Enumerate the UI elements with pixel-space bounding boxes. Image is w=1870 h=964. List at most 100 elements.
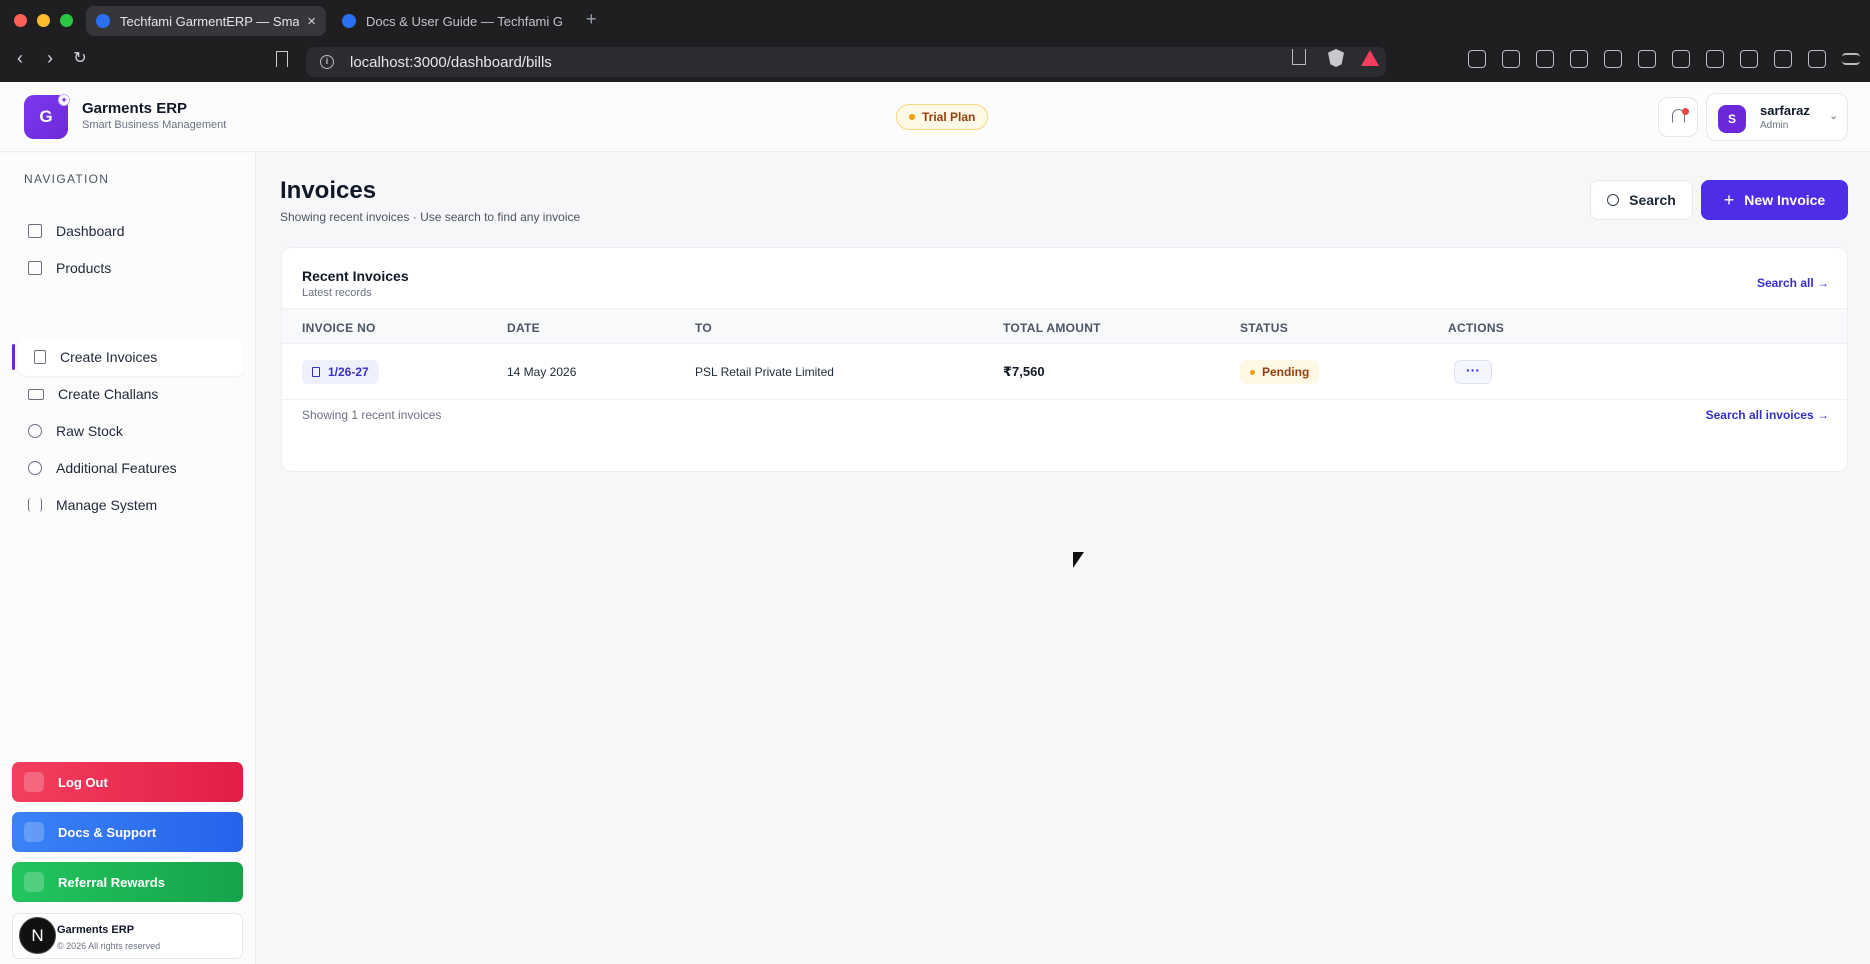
layers-icon — [28, 424, 42, 438]
tab-favicon-icon — [96, 14, 110, 28]
notifications-button[interactable] — [1658, 97, 1698, 137]
minimize-window-button[interactable] — [37, 14, 50, 27]
maximize-window-button[interactable] — [60, 14, 73, 27]
tab-title: Techfami GarmentERP — Smart — [120, 13, 300, 29]
sidebar-item-dashboard[interactable]: Dashboard — [12, 212, 244, 250]
invoice-number: 1/26-27 — [328, 365, 369, 379]
wallet-icon[interactable] — [1740, 50, 1758, 68]
browser-tab-active[interactable]: Techfami GarmentERP — Smart × — [86, 6, 326, 36]
puzzle-icon[interactable] — [1570, 50, 1588, 68]
truck-icon — [28, 388, 44, 400]
search-icon — [1607, 194, 1620, 206]
footer-title: Garments ERP — [57, 924, 135, 936]
column-header: DATE — [507, 321, 540, 335]
logout-label: Log Out — [58, 774, 108, 790]
tab-bar: Techfami GarmentERP — Smart × Docs & Use… — [0, 0, 1870, 40]
search-button[interactable]: Search — [1590, 180, 1693, 220]
search-all-invoices-link[interactable]: Search all invoices → — [1706, 408, 1829, 422]
sidebar-item-label: Create Challans — [58, 386, 159, 402]
user-role: Admin — [1760, 120, 1789, 131]
sidebar-item-label: Manage System — [56, 497, 158, 513]
active-indicator — [12, 344, 15, 370]
new-tab-icon[interactable]: + — [586, 9, 597, 30]
docs-label: Docs & Support — [58, 824, 157, 840]
brave-rewards-icon[interactable] — [1361, 50, 1379, 66]
sidebar-item-label: Additional Features — [56, 460, 177, 476]
table-footer-text: Showing 1 recent invoices — [302, 408, 442, 422]
sidebar-item-additional-features[interactable]: Additional Features — [12, 449, 244, 487]
table-row[interactable]: 1/26-27 14 May 2026 PSL Retail Private L… — [282, 344, 1847, 400]
page-subtitle: Showing recent invoices · Use search to … — [280, 210, 581, 224]
url-text: localhost:3000/dashboard/bills — [350, 53, 552, 71]
app-root: G ✦ Garments ERP Smart Business Manageme… — [0, 82, 1870, 964]
back-icon[interactable]: ‹ — [8, 48, 32, 69]
forward-icon[interactable]: › — [38, 48, 62, 69]
footer-copyright: © 2026 All rights reserved — [57, 941, 161, 951]
extension-icons — [1468, 50, 1870, 68]
sidebar-item-label: Products — [56, 260, 112, 276]
book-icon — [24, 822, 44, 842]
close-window-button[interactable] — [14, 14, 27, 27]
document-icon — [312, 367, 320, 377]
sidebar-icon[interactable] — [1706, 50, 1724, 68]
new-invoice-button[interactable]: + New Invoice — [1701, 180, 1848, 220]
avatar: S — [1718, 105, 1746, 133]
new-invoice-label: New Invoice — [1744, 192, 1826, 208]
leo-ai-icon[interactable] — [1774, 50, 1792, 68]
box-icon — [28, 261, 42, 275]
invoice-amount: ₹7,560 — [1003, 364, 1045, 379]
tab-close-icon[interactable]: × — [307, 13, 316, 30]
card-subtitle: Latest records — [302, 287, 372, 299]
browser-tab[interactable]: Docs & User Guide — Techfami Ga — [332, 6, 572, 36]
trial-plan-badge[interactable]: Trial Plan — [896, 104, 989, 130]
referral-rewards-button[interactable]: Referral Rewards — [12, 862, 243, 902]
extension-icon[interactable] — [1502, 50, 1520, 68]
sidebar-item-create-challans[interactable]: Create Challans — [12, 375, 244, 413]
logout-button[interactable]: Log Out — [12, 762, 243, 802]
sidebar: NAVIGATION Dashboard Products Create Inv… — [0, 153, 256, 964]
docs-support-button[interactable]: Docs & Support — [12, 812, 243, 852]
search-all-link[interactable]: Search all → — [1757, 276, 1829, 290]
eyedropper-icon[interactable] — [1468, 50, 1486, 68]
tab-favicon-icon — [342, 14, 356, 28]
user-name: sarfaraz — [1760, 103, 1810, 118]
menu-icon[interactable] — [1842, 53, 1860, 65]
site-info-icon[interactable]: i — [320, 55, 334, 69]
row-actions-button[interactable]: ··· — [1454, 360, 1492, 384]
referral-label: Referral Rewards — [58, 874, 165, 890]
trial-plan-label: Trial Plan — [922, 110, 976, 124]
nextjs-dev-badge[interactable]: N — [19, 917, 56, 954]
mouse-cursor-icon — [1073, 552, 1084, 568]
extension-icon[interactable] — [1536, 50, 1554, 68]
page-title: Invoices — [280, 177, 377, 204]
column-header: TO — [695, 321, 713, 335]
plus-icon: + — [1723, 189, 1735, 210]
gift-icon — [24, 872, 44, 892]
document-icon — [34, 350, 46, 364]
share-icon[interactable] — [1292, 49, 1306, 65]
invoice-recipient: PSL Retail Private Limited — [695, 365, 834, 379]
sidebar-item-manage-system[interactable]: Manage System — [12, 486, 244, 524]
download-icon[interactable] — [1638, 50, 1656, 68]
address-bar[interactable]: i localhost:3000/dashboard/bills — [306, 47, 1386, 77]
sidebar-item-create-invoices[interactable]: Create Invoices — [18, 338, 244, 376]
sidebar-item-products[interactable]: Products — [12, 249, 244, 287]
invoice-date: 14 May 2026 — [507, 365, 577, 379]
tab-title: Docs & User Guide — Techfami Ga — [366, 13, 562, 29]
app-header: G ✦ Garments ERP Smart Business Manageme… — [0, 82, 1870, 152]
extension-icon[interactable] — [1604, 50, 1622, 68]
column-header: INVOICE NO — [302, 321, 376, 335]
column-header: TOTAL AMOUNT — [1003, 321, 1101, 335]
music-icon[interactable] — [1672, 50, 1690, 68]
recent-invoices-card: Recent Invoices Latest records Search al… — [281, 247, 1848, 472]
card-title: Recent Invoices — [302, 268, 409, 284]
invoice-number-link[interactable]: 1/26-27 — [302, 360, 379, 384]
status-dot-icon — [909, 114, 915, 120]
bookmark-icon[interactable] — [276, 51, 288, 67]
brave-shields-icon[interactable] — [1328, 49, 1344, 67]
column-header: ACTIONS — [1448, 321, 1505, 335]
vpn-icon[interactable] — [1808, 50, 1826, 68]
sidebar-item-raw-stock[interactable]: Raw Stock — [12, 412, 244, 450]
user-menu-button[interactable]: S sarfaraz Admin ⌄ — [1706, 93, 1848, 141]
reload-icon[interactable]: ↻ — [68, 48, 92, 68]
